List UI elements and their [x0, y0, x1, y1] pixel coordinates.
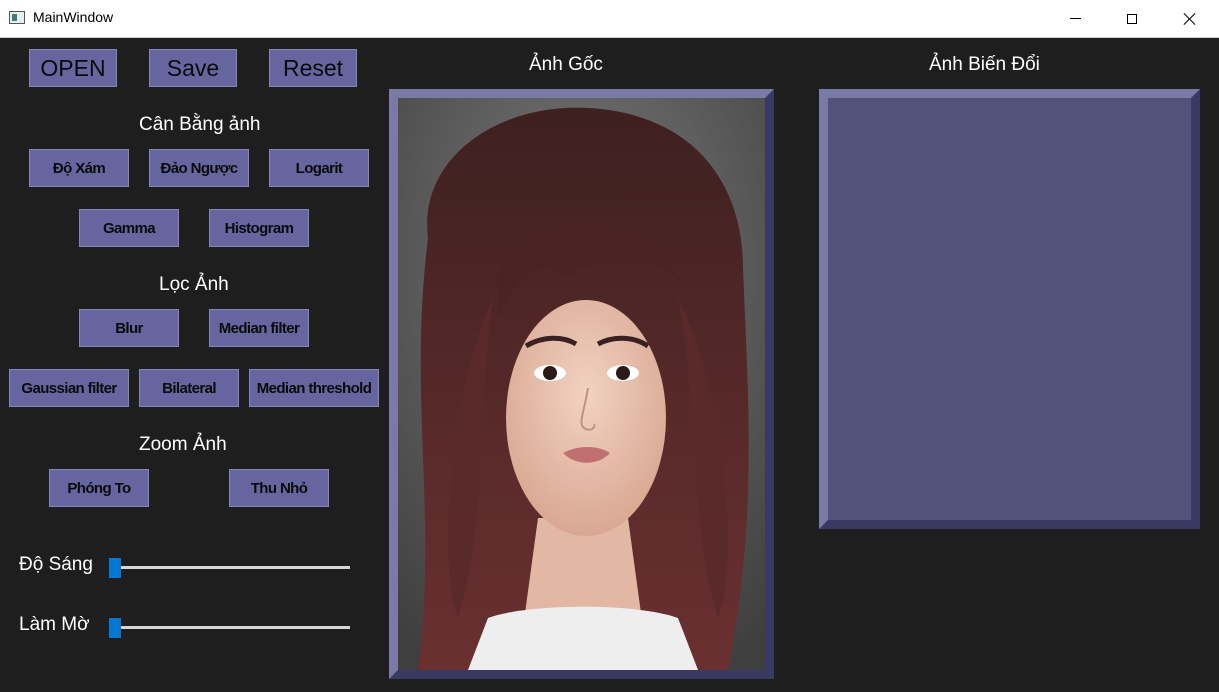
- balance-section-title: Cân Bằng ảnh: [139, 114, 261, 135]
- open-button[interactable]: OPEN: [29, 49, 117, 87]
- bilateral-button[interactable]: Bilateral: [139, 369, 239, 407]
- app-window-icon: [9, 11, 25, 24]
- original-image-frame: [389, 89, 774, 679]
- blur-amount-slider[interactable]: [109, 618, 350, 638]
- portrait-image: [398, 98, 765, 670]
- blur-button[interactable]: Blur: [79, 309, 179, 347]
- histogram-button[interactable]: Histogram: [209, 209, 309, 247]
- zoom-out-button[interactable]: Thu Nhỏ: [229, 469, 329, 507]
- filter-section-title: Lọc Ảnh: [159, 274, 229, 295]
- minimize-button[interactable]: [1046, 0, 1104, 37]
- original-photo: [398, 98, 765, 670]
- zoom-in-button[interactable]: Phóng To: [49, 469, 149, 507]
- maximize-icon: [1127, 13, 1137, 24]
- transformed-image-frame: [819, 89, 1200, 529]
- save-button[interactable]: Save: [149, 49, 237, 87]
- slider-handle[interactable]: [109, 618, 121, 638]
- original-image-title: Ảnh Gốc: [529, 54, 603, 75]
- gaussian-filter-button[interactable]: Gaussian filter: [9, 369, 129, 407]
- brightness-label: Độ Sáng: [19, 554, 93, 575]
- close-button[interactable]: [1161, 0, 1219, 37]
- close-icon: [1184, 13, 1196, 25]
- window-title: MainWindow: [33, 9, 114, 25]
- title-bar: MainWindow: [0, 0, 1219, 38]
- reset-button[interactable]: Reset: [269, 49, 357, 87]
- slider-handle[interactable]: [109, 558, 121, 578]
- brightness-slider[interactable]: [109, 558, 350, 578]
- median-filter-button[interactable]: Median filter: [209, 309, 309, 347]
- maximize-button[interactable]: [1103, 0, 1161, 37]
- invert-button[interactable]: Đảo Ngược: [149, 149, 249, 187]
- median-threshold-button[interactable]: Median threshold: [249, 369, 379, 407]
- grayscale-button[interactable]: Độ Xám: [29, 149, 129, 187]
- transformed-image-title: Ảnh Biến Đổi: [929, 54, 1040, 75]
- blur-amount-label: Làm Mờ: [19, 614, 90, 635]
- minimize-icon: [1069, 18, 1081, 19]
- slider-track: [109, 566, 350, 569]
- slider-track: [109, 626, 350, 629]
- gamma-button[interactable]: Gamma: [79, 209, 179, 247]
- zoom-section-title: Zoom Ảnh: [139, 434, 227, 455]
- logarit-button[interactable]: Logarit: [269, 149, 369, 187]
